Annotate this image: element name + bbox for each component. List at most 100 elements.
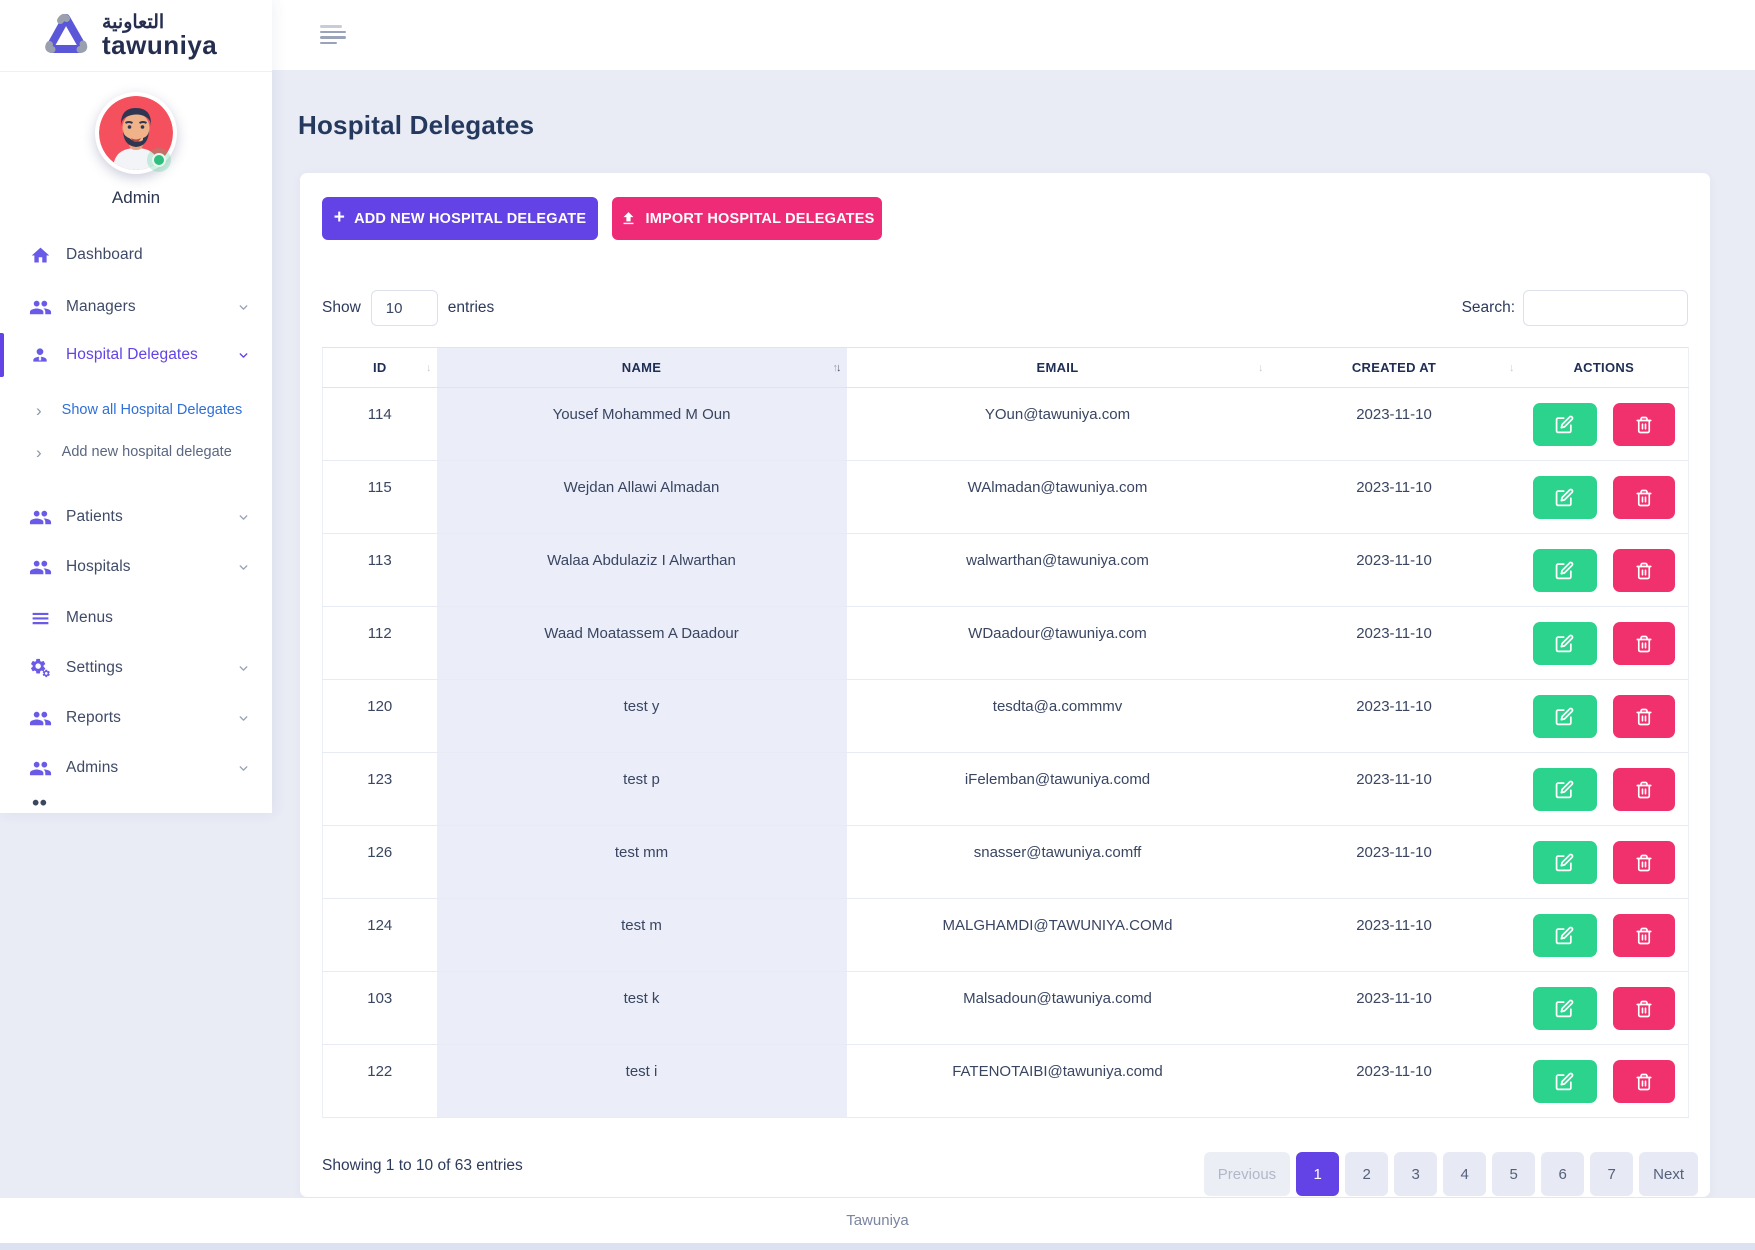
column-header-id[interactable]: ID↓ — [323, 348, 437, 388]
edit-button[interactable] — [1533, 403, 1597, 446]
edit-pencil-icon — [1555, 634, 1574, 653]
table-row: 126test mmsnasser@tawuniya.comff2023-11-… — [323, 826, 1689, 899]
entries-select[interactable]: 10 — [371, 290, 438, 326]
sidebar-item-managers[interactable]: Managers — [0, 282, 272, 332]
row-id-cell: 103 — [323, 972, 437, 1045]
edit-button[interactable] — [1533, 1060, 1597, 1103]
row-created-at-cell: 2023-11-10 — [1269, 826, 1520, 899]
chevron-down-icon — [237, 349, 250, 362]
sidebar-subitem-add-new-hospital-delegate[interactable]: ›Add new hospital delegate — [0, 432, 272, 472]
upload-icon — [620, 210, 637, 227]
edit-button[interactable] — [1533, 841, 1597, 884]
row-created-at-cell: 2023-11-10 — [1269, 461, 1520, 534]
search-input[interactable] — [1523, 290, 1688, 326]
trash-icon — [1635, 489, 1653, 507]
edit-button[interactable] — [1533, 987, 1597, 1030]
edit-button[interactable] — [1533, 622, 1597, 665]
row-email-cell: Malsadoun@tawuniya.comd — [847, 972, 1269, 1045]
column-header-created-at[interactable]: CREATED AT↓ — [1269, 348, 1520, 388]
edit-button[interactable] — [1533, 549, 1597, 592]
delete-button[interactable] — [1613, 768, 1675, 811]
column-header-name[interactable]: NAME↑↓ — [437, 348, 847, 388]
users-icon — [28, 756, 52, 780]
row-name-cell: test p — [437, 753, 847, 826]
pagination-page-5[interactable]: 5 — [1492, 1152, 1535, 1196]
pagination-page-2[interactable]: 2 — [1345, 1152, 1388, 1196]
delete-button[interactable] — [1613, 841, 1675, 884]
users-icon — [28, 706, 52, 730]
row-id-cell: 112 — [323, 607, 437, 680]
sidebar-item-hospitals[interactable]: Hospitals — [0, 542, 272, 592]
chevron-down-icon — [237, 712, 250, 725]
pagination-page-3[interactable]: 3 — [1394, 1152, 1437, 1196]
sidebar-item-dashboard[interactable]: Dashboard — [0, 230, 272, 280]
row-created-at-cell: 2023-11-10 — [1269, 899, 1520, 972]
sidebar-item-label: Hospital Delegates — [66, 346, 198, 364]
pagination-previous-button[interactable]: Previous — [1204, 1152, 1290, 1196]
delete-button[interactable] — [1613, 1060, 1675, 1103]
edit-button[interactable] — [1533, 914, 1597, 957]
sidebar-item-reports[interactable]: Reports — [0, 693, 272, 743]
pagination-page-4[interactable]: 4 — [1443, 1152, 1486, 1196]
edit-pencil-icon — [1555, 561, 1574, 580]
import-hospital-delegates-button[interactable]: IMPORT HOSPITAL DELEGATES — [612, 197, 882, 240]
person-icon — [28, 343, 52, 367]
column-header-email[interactable]: EMAIL↓ — [847, 348, 1269, 388]
delete-button[interactable] — [1613, 914, 1675, 957]
delete-button[interactable] — [1613, 987, 1675, 1030]
sidebar-item-label: Dashboard — [66, 246, 143, 264]
delete-button[interactable] — [1613, 622, 1675, 665]
row-actions-cell — [1520, 607, 1689, 680]
delete-button[interactable] — [1613, 695, 1675, 738]
row-email-cell: iFelemban@tawuniya.comd — [847, 753, 1269, 826]
edit-button[interactable] — [1533, 476, 1597, 519]
sidebar-subitem-show-all-hospital-delegates[interactable]: ›Show all Hospital Delegates — [0, 390, 272, 430]
edit-button[interactable] — [1533, 695, 1597, 738]
sidebar-item-patients[interactable]: Patients — [0, 492, 272, 542]
sidebar-item-menus[interactable]: Menus — [0, 593, 272, 643]
trash-icon — [1635, 1000, 1653, 1018]
column-header-label: ID — [373, 360, 387, 375]
row-id-cell: 123 — [323, 753, 437, 826]
row-email-cell: walwarthan@tawuniya.com — [847, 534, 1269, 607]
sidebar-nav: Dashboard Managers Hospital Delegates ›Show… — [0, 0, 272, 813]
sidebar-item-hospital-delegates[interactable]: Hospital Delegates — [0, 330, 272, 380]
trash-icon — [1635, 562, 1653, 580]
import-button-label: IMPORT HOSPITAL DELEGATES — [646, 211, 875, 227]
sidebar-item-settings[interactable]: Settings — [0, 643, 272, 693]
row-id-cell: 126 — [323, 826, 437, 899]
edit-pencil-icon — [1555, 415, 1574, 434]
table-row: 113Walaa Abdulaziz I Alwarthanwalwarthan… — [323, 534, 1689, 607]
delete-button[interactable] — [1613, 476, 1675, 519]
edit-button[interactable] — [1533, 768, 1597, 811]
chevron-right-icon: › — [36, 444, 42, 461]
page-footer: Tawuniya — [0, 1198, 1755, 1243]
pagination-page-1[interactable]: 1 — [1296, 1152, 1339, 1196]
sort-icon: ↓ — [1258, 362, 1262, 374]
delete-button[interactable] — [1613, 549, 1675, 592]
chevron-right-icon: › — [36, 402, 42, 419]
entries-label: entries — [448, 299, 495, 317]
row-created-at-cell: 2023-11-10 — [1269, 388, 1520, 461]
row-name-cell: Yousef Mohammed M Oun — [437, 388, 847, 461]
column-header-actions: ACTIONS — [1520, 348, 1689, 388]
table-row: 112Waad Moatassem A DaadourWDaadour@tawu… — [323, 607, 1689, 680]
pagination-next-button[interactable]: Next — [1639, 1152, 1698, 1196]
sidebar-item-label: Patients — [66, 508, 123, 526]
sidebar-toggle-icon[interactable] — [320, 25, 346, 44]
row-email-cell: snasser@tawuniya.comff — [847, 826, 1269, 899]
add-new-hospital-delegate-button[interactable]: + ADD NEW HOSPITAL DELEGATE — [322, 197, 598, 240]
topbar — [272, 0, 1755, 70]
sidebar-item-admins[interactable]: Admins — [0, 743, 272, 793]
row-name-cell: test m — [437, 899, 847, 972]
pagination-page-6[interactable]: 6 — [1541, 1152, 1584, 1196]
row-created-at-cell: 2023-11-10 — [1269, 972, 1520, 1045]
footer-brand-text: Tawuniya — [846, 1212, 909, 1229]
pagination-page-7[interactable]: 7 — [1590, 1152, 1633, 1196]
table-body: 114Yousef Mohammed M OunYOun@tawuniya.co… — [323, 388, 1689, 1118]
column-header-label: NAME — [622, 360, 661, 375]
row-actions-cell — [1520, 899, 1689, 972]
delete-button[interactable] — [1613, 403, 1675, 446]
trash-icon — [1635, 708, 1653, 726]
trash-icon — [1635, 781, 1653, 799]
